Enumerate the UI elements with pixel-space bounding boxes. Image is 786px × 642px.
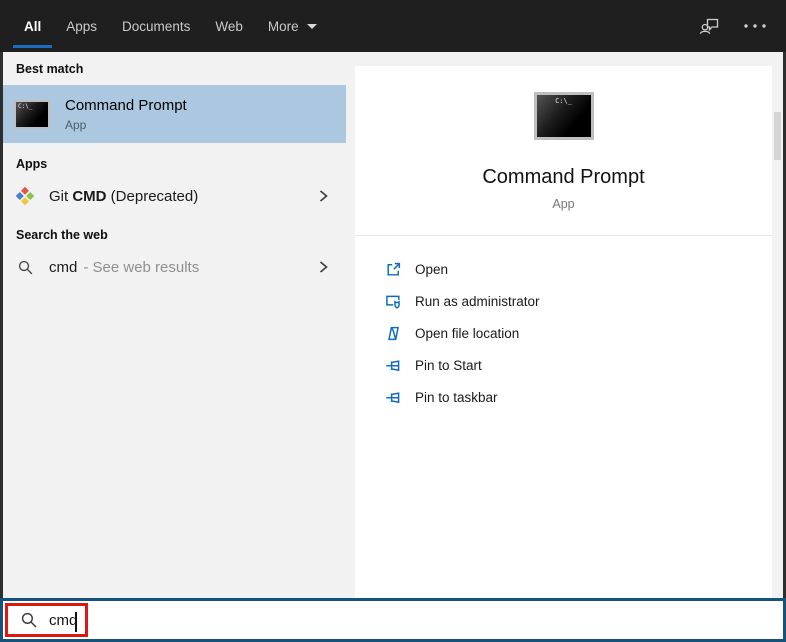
tab-documents-label: Documents [122,19,190,34]
preview-header: C:\_ Command Prompt App [355,66,772,236]
search-icon [20,611,38,629]
results-panel: Best match C:\_ Command Prompt App Apps … [0,52,346,598]
preview-panel: C:\_ Command Prompt App Open [355,66,772,598]
result-git-cmd[interactable]: Git CMD (Deprecated) [0,178,346,214]
tab-web[interactable]: Web [204,0,254,52]
search-filter-bar: All Apps Documents Web More [0,0,786,52]
tab-more-label: More [268,19,299,34]
action-run-as-administrator-label: Run as administrator [415,294,540,309]
result-web-search[interactable]: cmd- See web results [0,249,346,285]
scrollbar-thumb[interactable] [774,112,781,160]
action-pin-to-taskbar-label: Pin to taskbar [415,390,498,405]
action-open[interactable]: Open [385,253,772,285]
windows-search-flyout: All Apps Documents Web More [0,0,786,642]
best-match-text: Command Prompt App [65,96,187,132]
search-input[interactable] [49,612,249,629]
tab-more[interactable]: More [257,0,328,52]
action-pin-to-start-label: Pin to Start [415,358,482,373]
tab-all[interactable]: All [13,0,52,52]
command-prompt-icon-text: C:\_ [18,103,32,110]
action-open-label: Open [415,262,448,277]
pin-icon [385,357,402,374]
file-location-icon [385,325,402,342]
context-actions: Open Run as administrator Open file l [355,236,772,413]
web-search-label: cmd- See web results [49,259,199,276]
git-cmd-label: Git CMD (Deprecated) [49,188,198,205]
tab-all-label: All [24,19,41,34]
tab-apps[interactable]: Apps [55,0,108,52]
action-open-file-location-label: Open file location [415,326,519,341]
chevron-down-icon [307,24,317,29]
result-command-prompt[interactable]: C:\_ Command Prompt App [0,85,346,143]
tab-documents[interactable]: Documents [111,0,201,52]
git-icon [16,187,34,205]
best-match-header: Best match [0,52,346,85]
more-options-icon[interactable] [742,22,768,30]
command-prompt-icon-text: C:\_ [555,97,572,105]
preview-title: Command Prompt [355,166,772,189]
best-match-title: Command Prompt [65,96,187,115]
taskbar-search-box [0,598,786,642]
chevron-right-icon[interactable] [316,188,330,204]
preview-subtitle: App [355,197,772,211]
tab-apps-label: Apps [66,19,97,34]
tab-web-label: Web [215,19,243,34]
topbar-icons [698,0,768,52]
filter-tabs: All Apps Documents Web More [13,0,328,52]
command-prompt-icon: C:\_ [14,100,50,129]
command-prompt-icon: C:\_ [534,92,594,140]
open-in-new-icon [385,261,402,278]
web-section-header: Search the web [0,214,346,249]
chevron-right-icon[interactable] [316,259,330,275]
apps-section-header: Apps [0,143,346,178]
action-open-file-location[interactable]: Open file location [385,317,772,349]
pin-icon [385,389,402,406]
action-pin-to-taskbar[interactable]: Pin to taskbar [385,381,772,413]
best-match-subtitle: App [65,118,187,132]
feedback-icon[interactable] [698,14,722,38]
action-run-as-administrator[interactable]: Run as administrator [385,285,772,317]
search-icon [16,258,34,276]
window-left-edge [0,52,3,598]
window-shield-icon [385,293,402,310]
action-pin-to-start[interactable]: Pin to Start [385,349,772,381]
